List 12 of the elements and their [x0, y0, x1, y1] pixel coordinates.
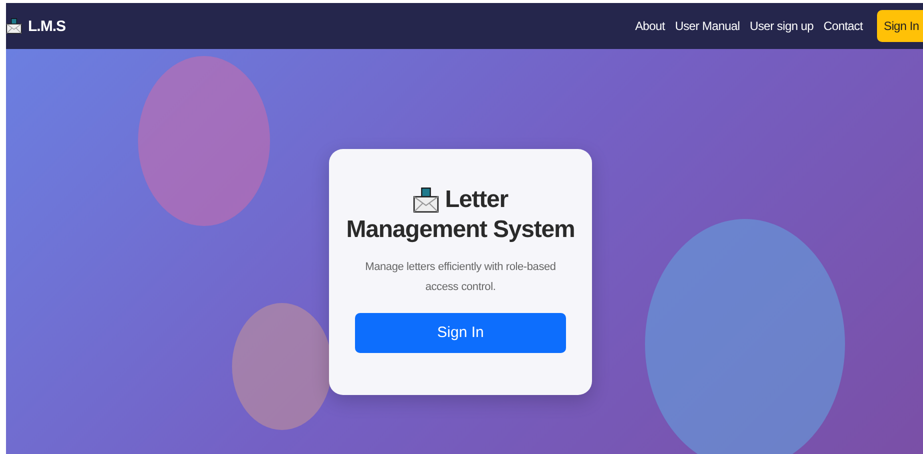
sign-in-button[interactable]: Sign In — [876, 10, 923, 42]
nav-link[interactable]: Contact — [823, 19, 863, 33]
card-title: Management System — [346, 214, 575, 244]
card-description: Manage letters efficiently with role-based access control. — [364, 260, 557, 294]
nav-link[interactable]: About — [635, 19, 665, 33]
sign-in-button[interactable]: Sign In — [355, 312, 566, 352]
card-title: Letter — [444, 184, 508, 214]
nav-link[interactable]: User sign up — [750, 19, 814, 33]
envelope-icon — [6, 18, 22, 34]
brand-name[interactable]: L.M.S — [28, 18, 66, 34]
envelope-icon — [412, 186, 439, 212]
nav-link[interactable]: User Manual — [674, 19, 740, 33]
